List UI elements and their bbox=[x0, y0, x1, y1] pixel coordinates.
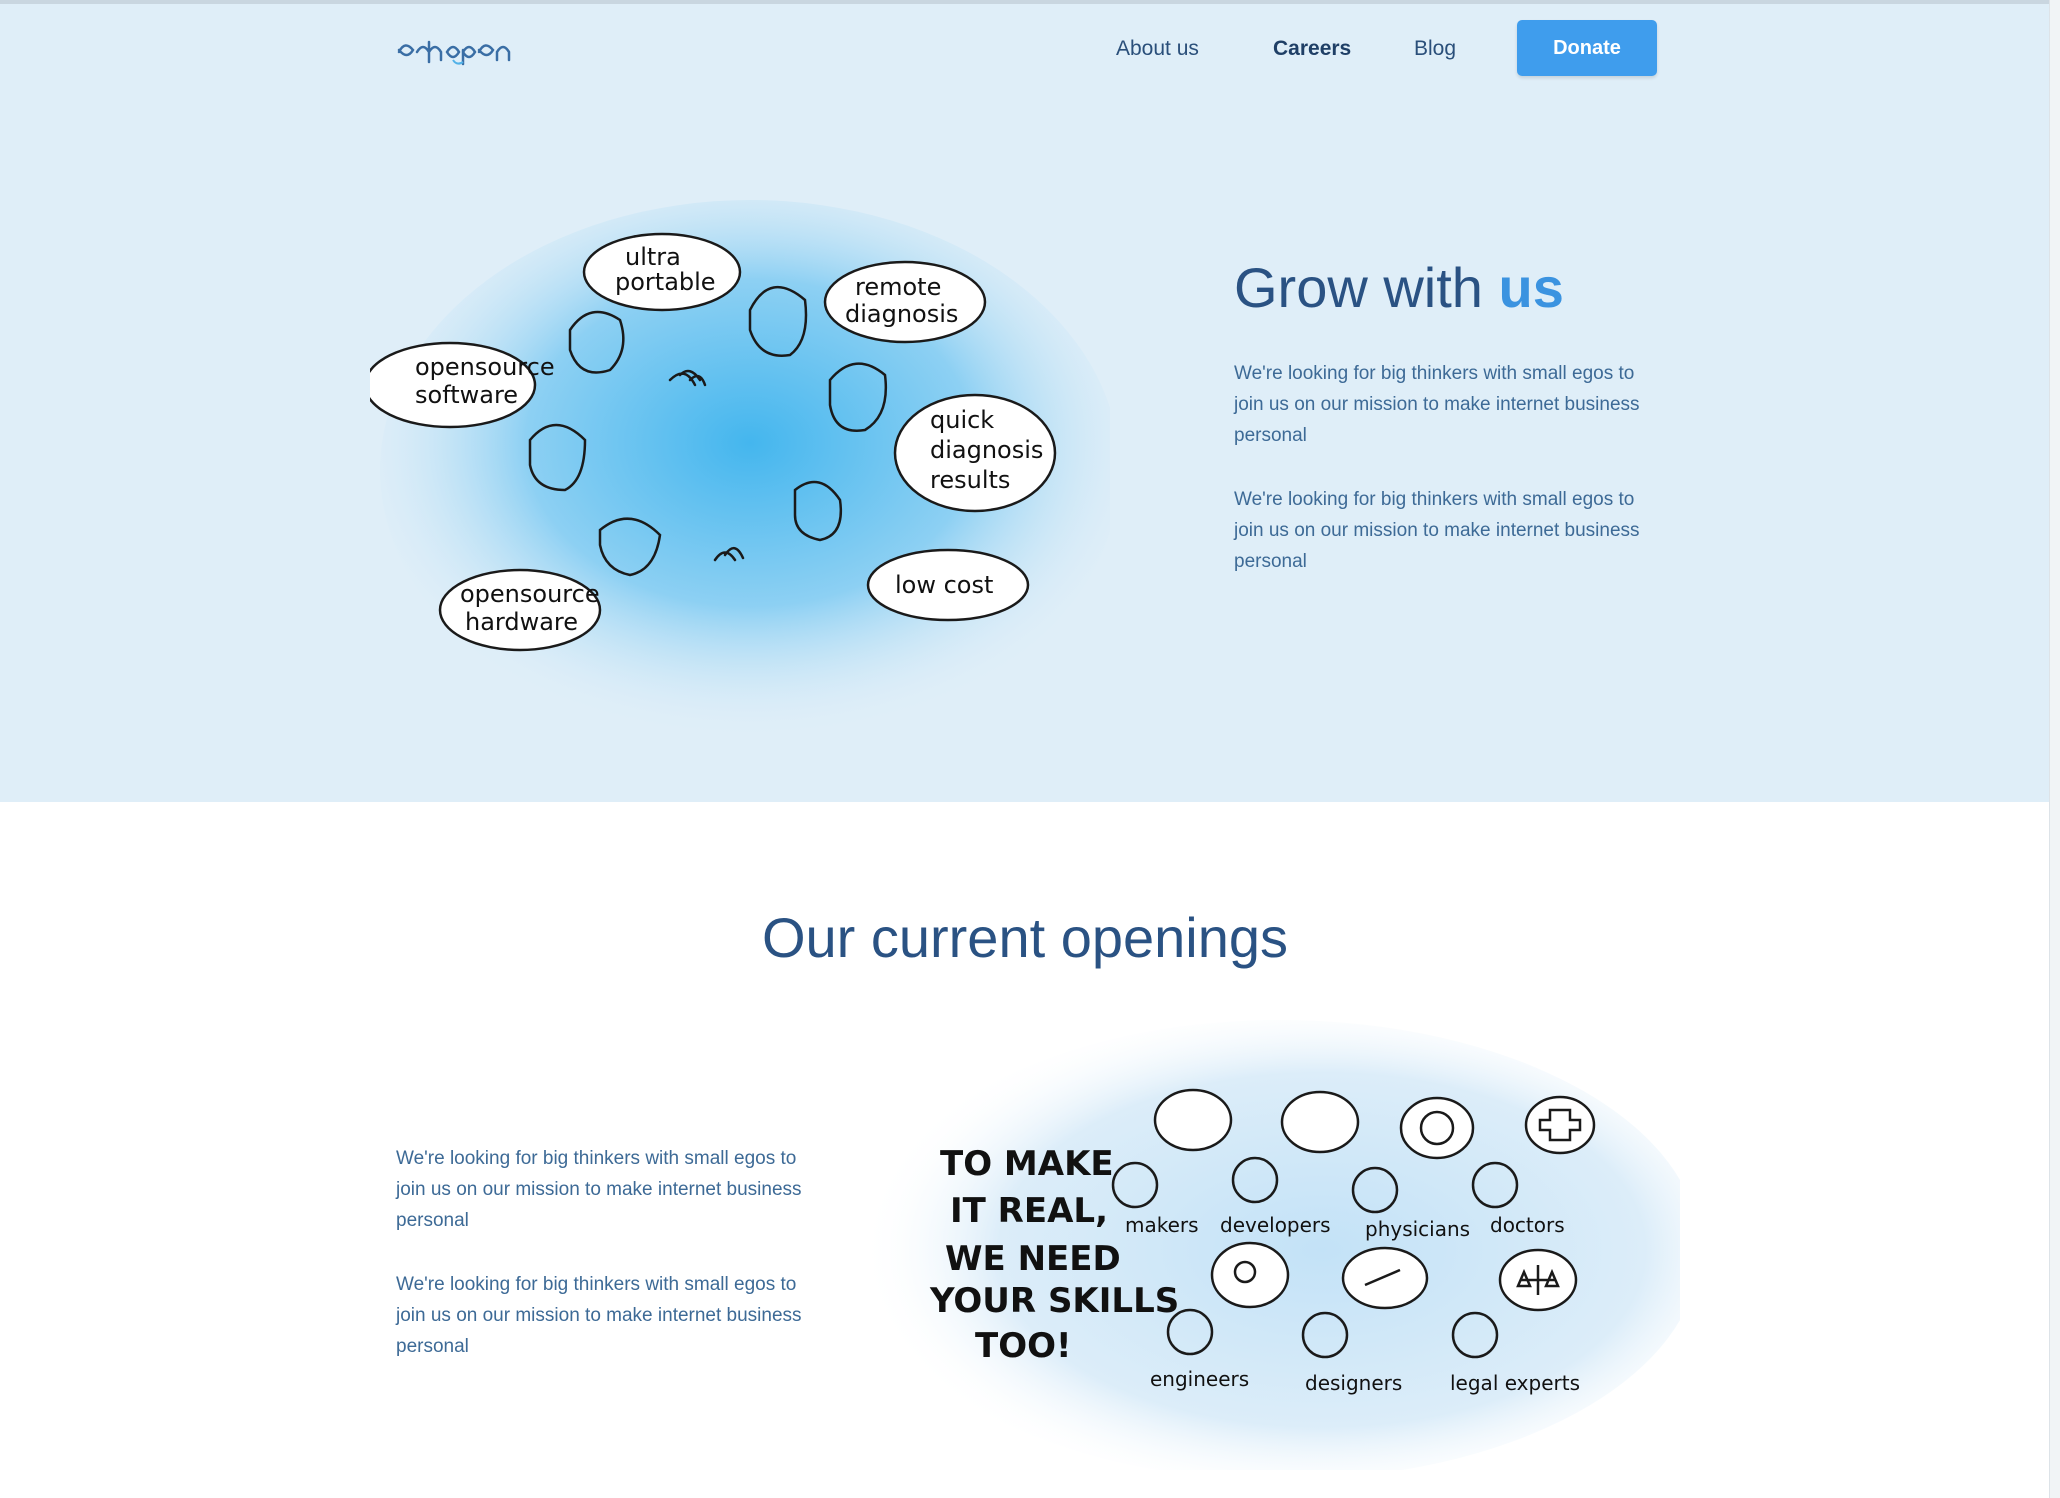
svg-text:developers: developers bbox=[1220, 1213, 1331, 1237]
svg-text:software: software bbox=[415, 381, 518, 409]
svg-text:legal experts: legal experts bbox=[1450, 1371, 1580, 1395]
donate-button[interactable]: Donate bbox=[1517, 20, 1657, 76]
svg-text:portable: portable bbox=[615, 268, 716, 296]
openings-paragraph-2: We're looking for big thinkers with smal… bbox=[396, 1274, 802, 1357]
hero-paragraph-2: We're looking for big thinkers with smal… bbox=[1234, 489, 1640, 572]
bubble-atom-icon bbox=[1399, 1096, 1475, 1160]
svg-text:engineers: engineers bbox=[1150, 1367, 1249, 1391]
echopen-logo[interactable] bbox=[395, 30, 525, 70]
svg-text:diagnosis: diagnosis bbox=[930, 436, 1043, 464]
hero-paragraph-1: We're looking for big thinkers with smal… bbox=[1234, 363, 1640, 446]
openings-paragraph-1: We're looking for big thinkers with smal… bbox=[396, 1148, 802, 1231]
svg-text:results: results bbox=[930, 466, 1010, 494]
hero-title: Grow with us bbox=[1234, 256, 1564, 319]
svg-text:makers: makers bbox=[1125, 1213, 1199, 1237]
openings-title: Our current openings bbox=[761, 906, 1289, 969]
svg-text:IT REAL,: IT REAL, bbox=[950, 1191, 1108, 1231]
svg-text:YOUR SKILLS: YOUR SKILLS bbox=[929, 1281, 1179, 1321]
scrollbar-track[interactable] bbox=[2049, 0, 2060, 1498]
bubble-gears-icon bbox=[1210, 1241, 1290, 1309]
svg-text:physicians: physicians bbox=[1365, 1217, 1470, 1241]
svg-text:ultra: ultra bbox=[625, 243, 681, 271]
svg-text:WE NEED: WE NEED bbox=[945, 1239, 1121, 1279]
svg-text:TO MAKE: TO MAKE bbox=[940, 1144, 1114, 1184]
nav-careers[interactable]: Careers bbox=[1273, 37, 1351, 61]
bubble-tools-icon bbox=[1153, 1088, 1233, 1152]
svg-text:quick: quick bbox=[930, 406, 994, 434]
bubble-cross-icon bbox=[1524, 1095, 1596, 1155]
svg-text:low cost: low cost bbox=[895, 571, 993, 599]
svg-text:diagnosis: diagnosis bbox=[845, 300, 958, 328]
svg-text:designers: designers bbox=[1305, 1371, 1402, 1395]
svg-text:opensource: opensource bbox=[415, 353, 555, 381]
skills-illustration: TO MAKE IT REAL, WE NEED YOUR SKILLS TOO… bbox=[860, 1020, 1680, 1470]
svg-text:hardware: hardware bbox=[465, 608, 578, 636]
svg-text:remote: remote bbox=[855, 273, 941, 301]
svg-text:opensource: opensource bbox=[460, 580, 600, 608]
bubble-binary-icon bbox=[1280, 1090, 1360, 1154]
svg-text:TOO!: TOO! bbox=[975, 1326, 1072, 1366]
nav-blog[interactable]: Blog bbox=[1414, 37, 1456, 61]
svg-text:doctors: doctors bbox=[1490, 1213, 1565, 1237]
bubble-pencil-icon bbox=[1341, 1246, 1429, 1310]
nav-about-us[interactable]: About us bbox=[1116, 37, 1199, 61]
hero-illustration: opensource software ultra portable remot… bbox=[370, 200, 1110, 740]
